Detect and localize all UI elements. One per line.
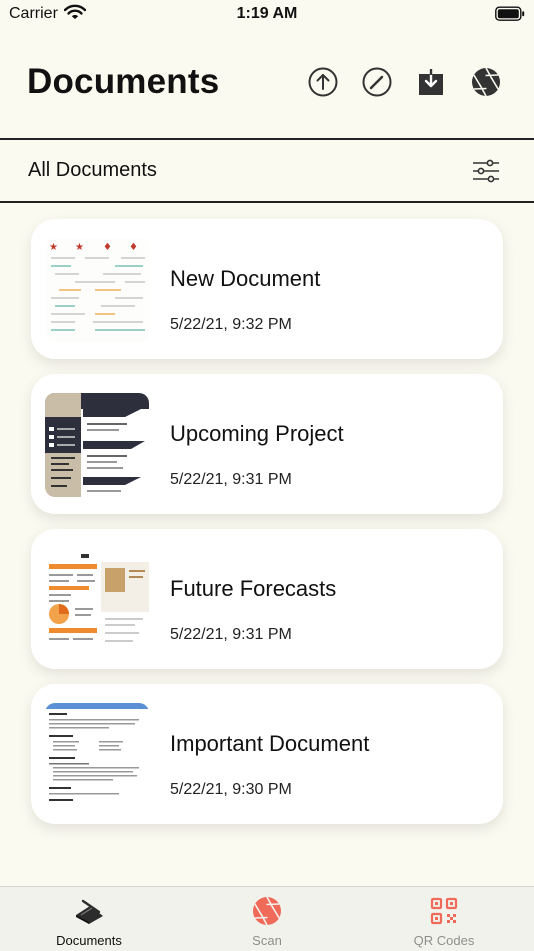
qr-code-icon: [430, 897, 458, 925]
upload-icon: [308, 67, 338, 97]
document-name: Upcoming Project: [170, 421, 344, 446]
svg-text:♦: ♦: [103, 242, 112, 253]
svg-text:♦: ♦: [129, 242, 138, 253]
document-card[interactable]: Upcoming Project 5/22/21, 9:31 PM: [31, 374, 503, 514]
document-name: Important Document: [170, 731, 370, 756]
tab-label: Scan: [252, 933, 282, 948]
document-thumbnail: ★ ★ ♦ ♦: [45, 238, 149, 342]
download-icon: [419, 69, 443, 95]
aperture-icon: [253, 896, 281, 926]
section-divider: [0, 201, 534, 203]
svg-text:★: ★: [49, 242, 58, 253]
tab-label: QR Codes: [413, 933, 475, 948]
document-thumbnail: [45, 548, 149, 652]
document-name: Future Forecasts: [170, 576, 337, 601]
document-card[interactable]: Future Forecasts 5/22/21, 9:31 PM: [31, 529, 503, 669]
document-card[interactable]: Important Document 5/22/21, 9:30 PM: [31, 684, 503, 824]
page-title: Documents: [27, 62, 220, 101]
camera-button[interactable]: [468, 64, 504, 100]
section-title: All Documents: [28, 159, 157, 181]
document-card[interactable]: ★ ★ ♦ ♦ New Document 5/22/21, 9:32 PM: [31, 219, 503, 359]
battery-icon: [495, 6, 525, 27]
document-date: 5/22/21, 9:32 PM: [170, 316, 292, 333]
tab-bar: Documents Scan QR Codes: [0, 886, 534, 951]
clock: 1:19 AM: [236, 5, 298, 22]
tab-documents[interactable]: Documents: [19, 887, 159, 951]
document-date: 5/22/21, 9:31 PM: [170, 471, 292, 488]
svg-text:★: ★: [75, 242, 84, 253]
upload-button[interactable]: [305, 64, 341, 100]
filter-button[interactable]: [468, 154, 504, 188]
document-date: 5/22/21, 9:31 PM: [170, 626, 292, 643]
sliders-icon: [473, 159, 499, 183]
scanner-icon: [76, 899, 103, 924]
document-date: 5/22/21, 9:30 PM: [170, 781, 292, 798]
camera-aperture-icon: [472, 67, 500, 97]
header-divider: [0, 138, 534, 140]
tab-label: Documents: [56, 933, 122, 948]
edit-button[interactable]: [359, 64, 395, 100]
document-thumbnail: [45, 703, 149, 807]
tab-qr-codes[interactable]: QR Codes: [374, 887, 514, 951]
document-thumbnail: [45, 393, 149, 497]
edit-icon: [362, 67, 392, 97]
tab-scan[interactable]: Scan: [197, 887, 337, 951]
download-button[interactable]: [413, 64, 449, 100]
document-name: New Document: [170, 266, 321, 291]
status-bar: Carrier 1:19 AM: [0, 0, 534, 30]
